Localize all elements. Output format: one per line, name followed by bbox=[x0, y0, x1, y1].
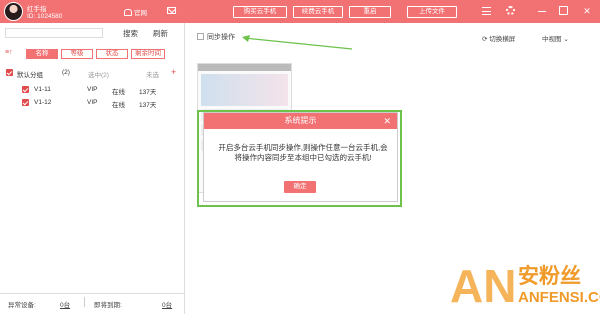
dialog-header: 系统提示 bbox=[204, 113, 397, 129]
system-dialog: 系统提示 ✕ 开启多台云手机同步操作,则操作任意一台云手机,会将操作内容同步至本… bbox=[203, 112, 398, 202]
dialog-message: 开启多台云手机同步操作,则操作任意一台云手机,会将操作内容同步至本组中已勾选的云… bbox=[218, 143, 388, 162]
watermark-en: ANFENSI.COM bbox=[518, 289, 600, 306]
watermark-an: AN bbox=[450, 260, 517, 312]
dialog-close-icon[interactable]: ✕ bbox=[383, 115, 391, 127]
dialog-title: 系统提示 bbox=[284, 116, 317, 125]
watermark-cn: 安粉丝 bbox=[518, 264, 581, 288]
confirm-button[interactable]: 确定 bbox=[284, 181, 316, 193]
watermark-logo: AN 安粉丝 ANFENSI.COM bbox=[450, 262, 600, 314]
